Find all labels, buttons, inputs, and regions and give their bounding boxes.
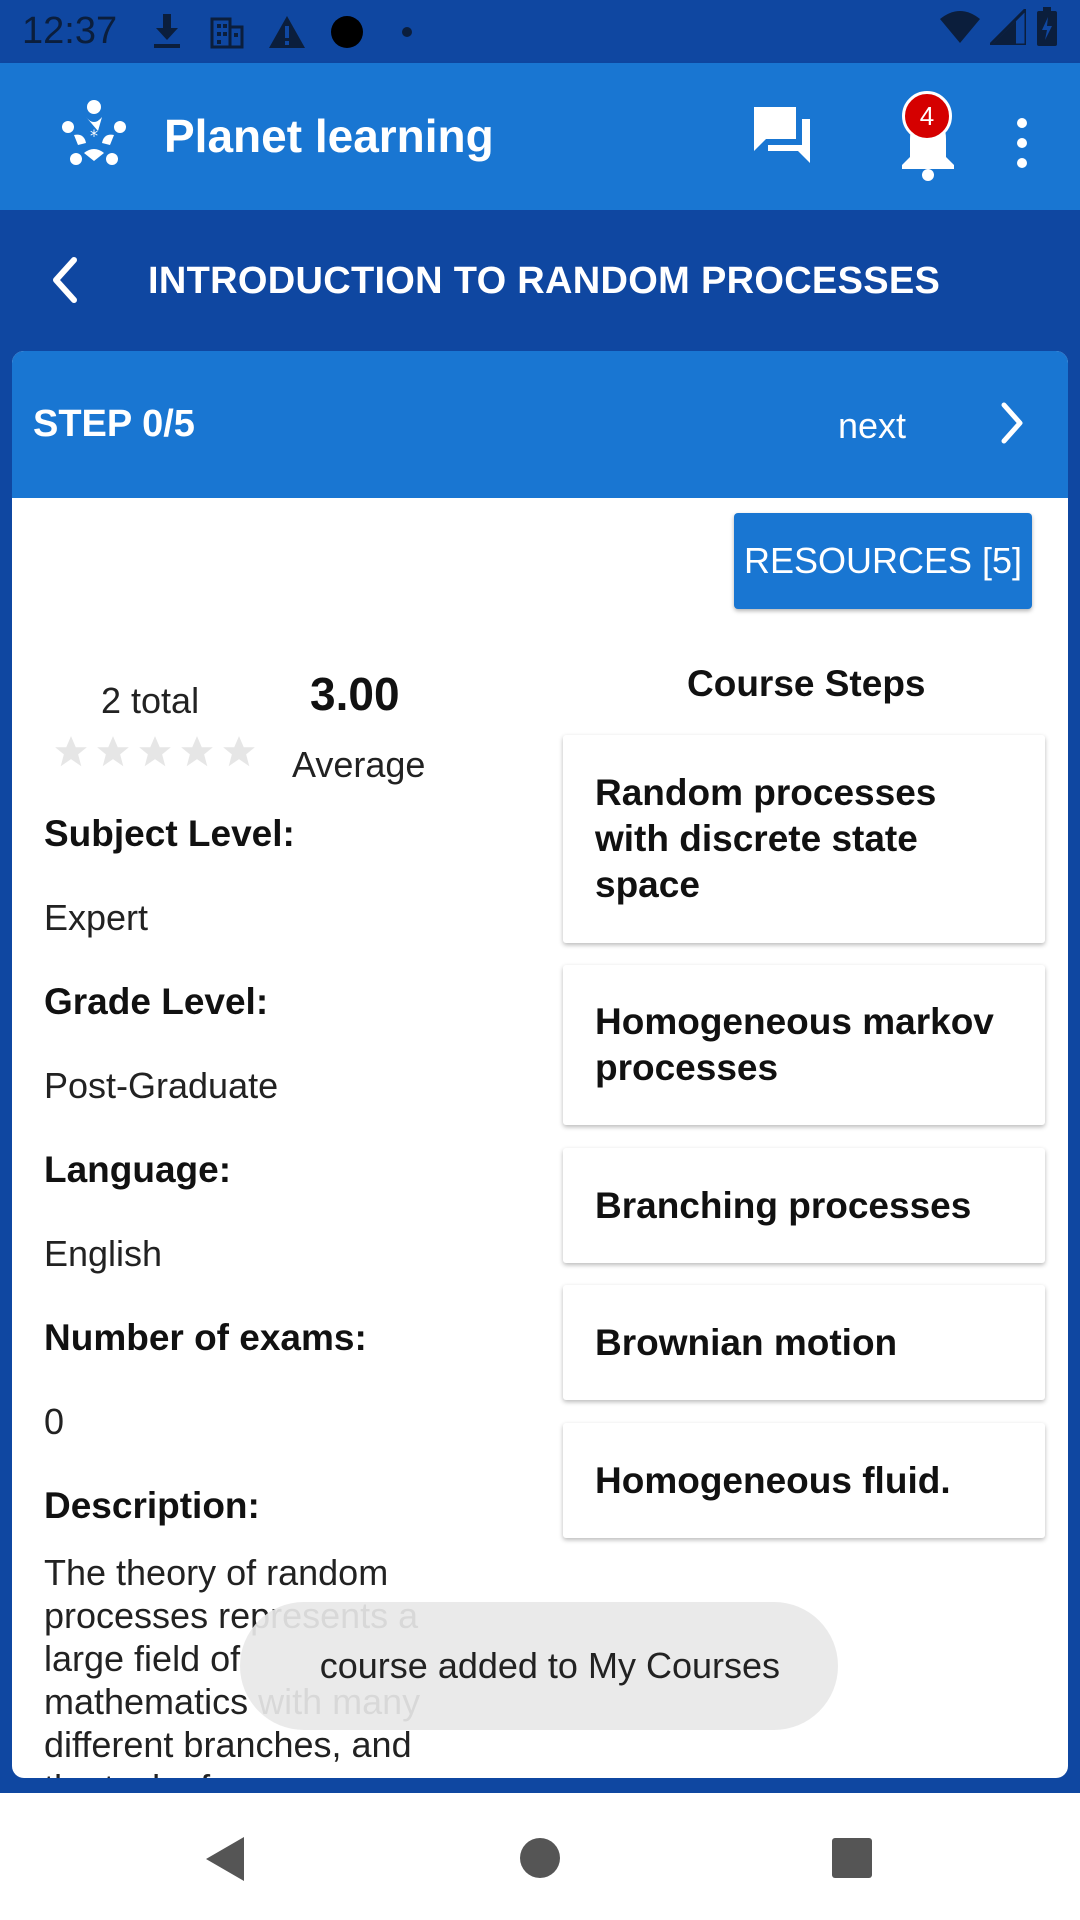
course-step-label: Random processes with discrete state spa… (595, 772, 937, 905)
exams-value: 0 (44, 1401, 65, 1442)
system-nav-bar (0, 1793, 1080, 1920)
exams-label: Number of exams: (44, 1317, 367, 1358)
notification-badge: 4 (902, 91, 952, 141)
dot-icon (385, 10, 429, 54)
nav-home-icon[interactable] (520, 1838, 560, 1878)
rating-average-value: 3.00 (310, 668, 400, 720)
course-step-label: Homogeneous fluid. (595, 1459, 951, 1501)
rating-total: 2 total (101, 680, 200, 721)
logo-icon: * (56, 97, 132, 173)
star-icon (55, 736, 87, 767)
battery-icon (1036, 6, 1058, 57)
star-icon (139, 736, 171, 767)
language-value: English (44, 1233, 163, 1274)
toast-text: course added to My Courses (319, 1645, 780, 1686)
language-label: Language: (44, 1149, 232, 1190)
subject-level-value: Expert (44, 897, 149, 938)
rating-average-label: Average (292, 744, 426, 785)
nav-recents-icon[interactable] (832, 1838, 872, 1878)
chat-icon[interactable] (752, 105, 814, 165)
back-arrow-icon[interactable] (44, 250, 84, 310)
grade-level-label: Grade Level: (44, 981, 269, 1022)
signal-icon (986, 4, 1028, 55)
course-step-card[interactable]: Brownian motion (563, 1285, 1045, 1400)
wifi-icon (940, 10, 980, 53)
toast-message: course added to My Courses (240, 1602, 838, 1730)
app-title: Planet learning (164, 110, 494, 162)
status-time: 12:37 (22, 10, 118, 52)
status-bar: 12:37 (0, 0, 1080, 63)
download-icon (145, 10, 189, 54)
course-detail-card: STEP 0/5 next RESOURCES [5] 2 total 3.00… (12, 351, 1068, 1778)
nav-back-icon[interactable] (204, 1835, 248, 1883)
course-step-label: Branching processes (595, 1184, 972, 1226)
step-indicator: STEP 0/5 (33, 403, 195, 445)
circle-icon (325, 10, 369, 54)
description-label: Description: (44, 1485, 260, 1526)
course-steps-title: Course Steps (687, 663, 926, 704)
rating-stars[interactable] (52, 733, 258, 771)
building-icon (205, 10, 249, 54)
subject-level-label: Subject Level: (44, 813, 295, 854)
chevron-right-icon[interactable] (992, 397, 1032, 449)
course-title: INTRODUCTION TO RANDOM PROCESSES (148, 260, 941, 302)
course-step-card[interactable]: Homogeneous markov processes (563, 965, 1045, 1125)
course-step-label: Homogeneous markov processes (595, 1001, 994, 1088)
svg-text:*: * (90, 126, 98, 145)
course-step-label: Brownian motion (595, 1321, 898, 1363)
course-header: INTRODUCTION TO RANDOM PROCESSES (0, 210, 1080, 350)
more-vert-icon[interactable] (1010, 113, 1034, 173)
grade-level-value: Post-Graduate (44, 1065, 279, 1106)
next-button[interactable]: next (838, 405, 906, 447)
star-icon (223, 736, 255, 767)
star-icon (181, 736, 213, 767)
warning-icon (265, 10, 309, 54)
resources-button[interactable]: RESOURCES [5] (734, 513, 1032, 609)
course-step-card[interactable]: Homogeneous fluid. (563, 1423, 1045, 1538)
star-icon (97, 736, 129, 767)
step-bar: STEP 0/5 next (12, 351, 1068, 498)
course-step-card[interactable]: Random processes with discrete state spa… (563, 735, 1045, 943)
notifications-button[interactable]: 4 (880, 91, 976, 187)
app-bar: * Planet learning 4 (0, 63, 1080, 210)
course-step-card[interactable]: Branching processes (563, 1148, 1045, 1263)
